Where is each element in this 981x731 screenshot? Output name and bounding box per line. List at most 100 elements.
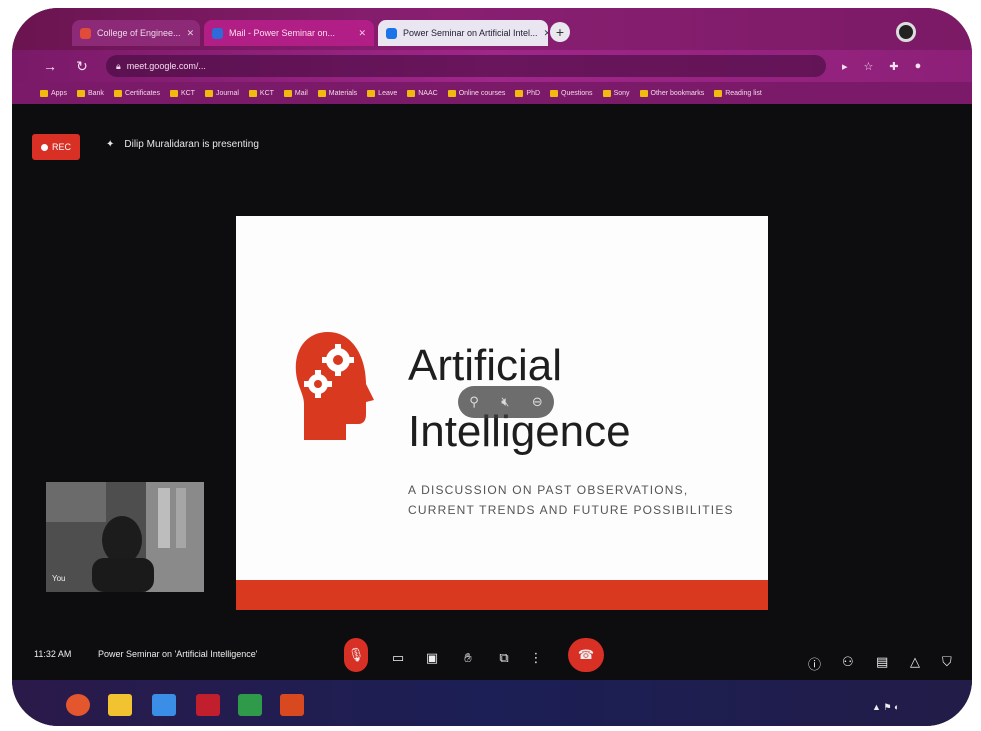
bookmark-label: Mail <box>294 89 308 97</box>
mail-favicon-icon <box>212 27 223 39</box>
bookmark-item[interactable]: KCT <box>248 89 274 97</box>
extensions-icon[interactable]: ✚ <box>889 60 898 73</box>
bookmark-item[interactable]: Journal <box>204 89 239 97</box>
people-icon[interactable]: ⚇ <box>842 654 854 670</box>
star-icon[interactable]: ☆ <box>864 60 874 73</box>
record-dot-icon <box>40 143 48 151</box>
leave-call-button[interactable]: ☎︎ <box>568 638 604 672</box>
bookmark-item[interactable]: Reading list <box>714 89 762 97</box>
mute-icon[interactable]: 🔇︎ <box>501 394 509 410</box>
microphone-button[interactable]: 🎙︎ <box>344 638 368 672</box>
bookmark-label: Bank <box>87 89 104 97</box>
system-tray-icon[interactable]: ▲ ⚑ ◐ <box>872 702 899 713</box>
bookmark-label: Leave <box>378 89 398 97</box>
bookmark-label: Questions <box>561 89 593 97</box>
raise-hand-button[interactable]: ✋︎ <box>456 644 480 672</box>
presentation-icon: ✦ <box>106 139 115 150</box>
bookmark-label: Other bookmarks <box>650 89 705 97</box>
slide-subtitle-line2: CURRENT TRENDS AND FUTURE POSSIBILITIES <box>408 503 734 517</box>
avatar[interactable]: ● <box>915 60 922 72</box>
captions-button[interactable]: ▣ <box>420 644 444 672</box>
bookmark-item[interactable]: Apps <box>40 89 67 97</box>
more-icon[interactable]: ⊖ <box>532 394 543 410</box>
browser-app-icon[interactable] <box>66 694 90 716</box>
slide-accent-bar <box>236 580 768 610</box>
spreadsheet-app-icon[interactable] <box>238 694 262 716</box>
host-controls-icon[interactable]: ⛉ <box>942 654 952 670</box>
slide-title-line1: Artificial <box>408 341 563 390</box>
cast-icon[interactable]: ▸ <box>842 60 848 73</box>
presenter-status: ✦ Dilip Muralidaran is presenting <box>106 139 259 150</box>
present-screen-icon: ⧉ <box>499 650 509 665</box>
shared-slide: Artificial Intelligence A DISCUSSION ON … <box>236 216 768 610</box>
bookmark-item[interactable]: Sony <box>602 89 630 97</box>
forward-arrow-icon[interactable]: → <box>42 58 58 74</box>
camera-button[interactable]: ▭ <box>386 644 410 672</box>
info-icon[interactable]: ⓘ <box>808 654 821 673</box>
bookmark-item[interactable]: Other bookmarks <box>639 89 705 97</box>
folder-icon <box>550 89 559 97</box>
meeting-time: 11:32 AM <box>34 649 72 659</box>
folder-icon <box>407 89 416 97</box>
new-tab-button[interactable]: + <box>550 22 570 42</box>
folder-icon <box>639 89 648 97</box>
activities-icon[interactable]: △ <box>910 654 920 670</box>
pdf-app-icon[interactable] <box>196 694 220 716</box>
tab-mail[interactable]: Mail - Power Seminar on... ✕ <box>204 20 374 46</box>
folder-icon <box>447 89 456 97</box>
self-video-feed <box>46 482 204 592</box>
bookmark-item[interactable]: Online courses <box>447 89 505 97</box>
bookmark-item[interactable]: NAAC <box>407 89 438 97</box>
recording-badge: REC <box>32 134 80 160</box>
microphone-icon: 🎙︎ <box>347 647 365 662</box>
address-bar-row: → ↻ 🔒︎ meet.google.com/... ▸ ☆ ✚ ● <box>12 50 972 82</box>
folder-icon <box>248 89 257 97</box>
file-explorer-icon[interactable] <box>108 694 132 716</box>
chat-icon[interactable]: ▤ <box>876 654 888 670</box>
folder-icon <box>515 89 524 97</box>
folder-icon <box>76 89 85 97</box>
folder-icon <box>204 89 213 97</box>
tab-title: Mail - Power Seminar on... <box>229 28 336 38</box>
bookmark-label: Sony <box>613 89 630 97</box>
bookmark-item[interactable]: PhD <box>515 89 541 97</box>
meeting-title: Power Seminar on 'Artificial Intelligenc… <box>98 649 258 659</box>
app-icon[interactable] <box>152 694 176 716</box>
screen-frame: College of Enginee... ✕ Mail - Power Sem… <box>12 8 972 726</box>
tab-college[interactable]: College of Enginee... ✕ <box>72 20 200 46</box>
profile-icon[interactable] <box>896 22 916 42</box>
folder-icon <box>317 89 326 97</box>
lock-icon: 🔒︎ <box>116 60 121 71</box>
bookmark-item[interactable]: Certificates <box>113 89 160 97</box>
ai-head-gears-icon <box>295 332 374 440</box>
college-favicon-icon <box>80 27 91 39</box>
more-options-button[interactable]: ⋮ <box>528 644 544 672</box>
url-text: meet.google.com/... <box>126 61 206 71</box>
folder-icon <box>113 89 122 97</box>
slide-subtitle-line1: A DISCUSSION ON PAST OBSERVATIONS, <box>408 483 689 497</box>
folder-icon <box>367 89 376 97</box>
bookmark-label: Journal <box>215 89 239 97</box>
close-icon[interactable]: ✕ <box>358 28 366 39</box>
tab-title: Power Seminar on Artificial Intel... <box>403 28 538 38</box>
self-name-label: You <box>52 574 66 583</box>
url-input[interactable]: 🔒︎ meet.google.com/... <box>106 55 826 77</box>
pin-icon[interactable]: ⚲ <box>469 394 479 410</box>
reload-icon[interactable]: ↻ <box>74 58 90 75</box>
tab-meet[interactable]: Power Seminar on Artificial Intel... ✕ <box>378 20 548 46</box>
present-button[interactable]: ⧉ <box>492 644 516 672</box>
close-icon[interactable]: ✕ <box>187 28 195 39</box>
bookmarks-bar: Apps Bank Certificates KCT Journal KCT Mail Mat… <box>12 82 972 104</box>
bookmark-item[interactable]: KCT <box>169 89 195 97</box>
slide-subtitle: A DISCUSSION ON PAST OBSERVATIONS, CURRE… <box>408 480 734 520</box>
bookmark-item[interactable]: Questions <box>550 89 593 97</box>
bookmark-item[interactable]: Mail <box>283 89 308 97</box>
folder-icon <box>169 89 178 97</box>
bookmark-item[interactable]: Materials <box>317 89 357 97</box>
bookmark-item[interactable]: Leave <box>367 89 398 97</box>
bookmark-label: PhD <box>526 89 541 97</box>
presentation-app-icon[interactable] <box>280 694 304 716</box>
close-icon[interactable]: ✕ <box>544 28 548 39</box>
bookmark-item[interactable]: Bank <box>76 89 104 97</box>
self-video-tile[interactable] <box>46 482 204 592</box>
